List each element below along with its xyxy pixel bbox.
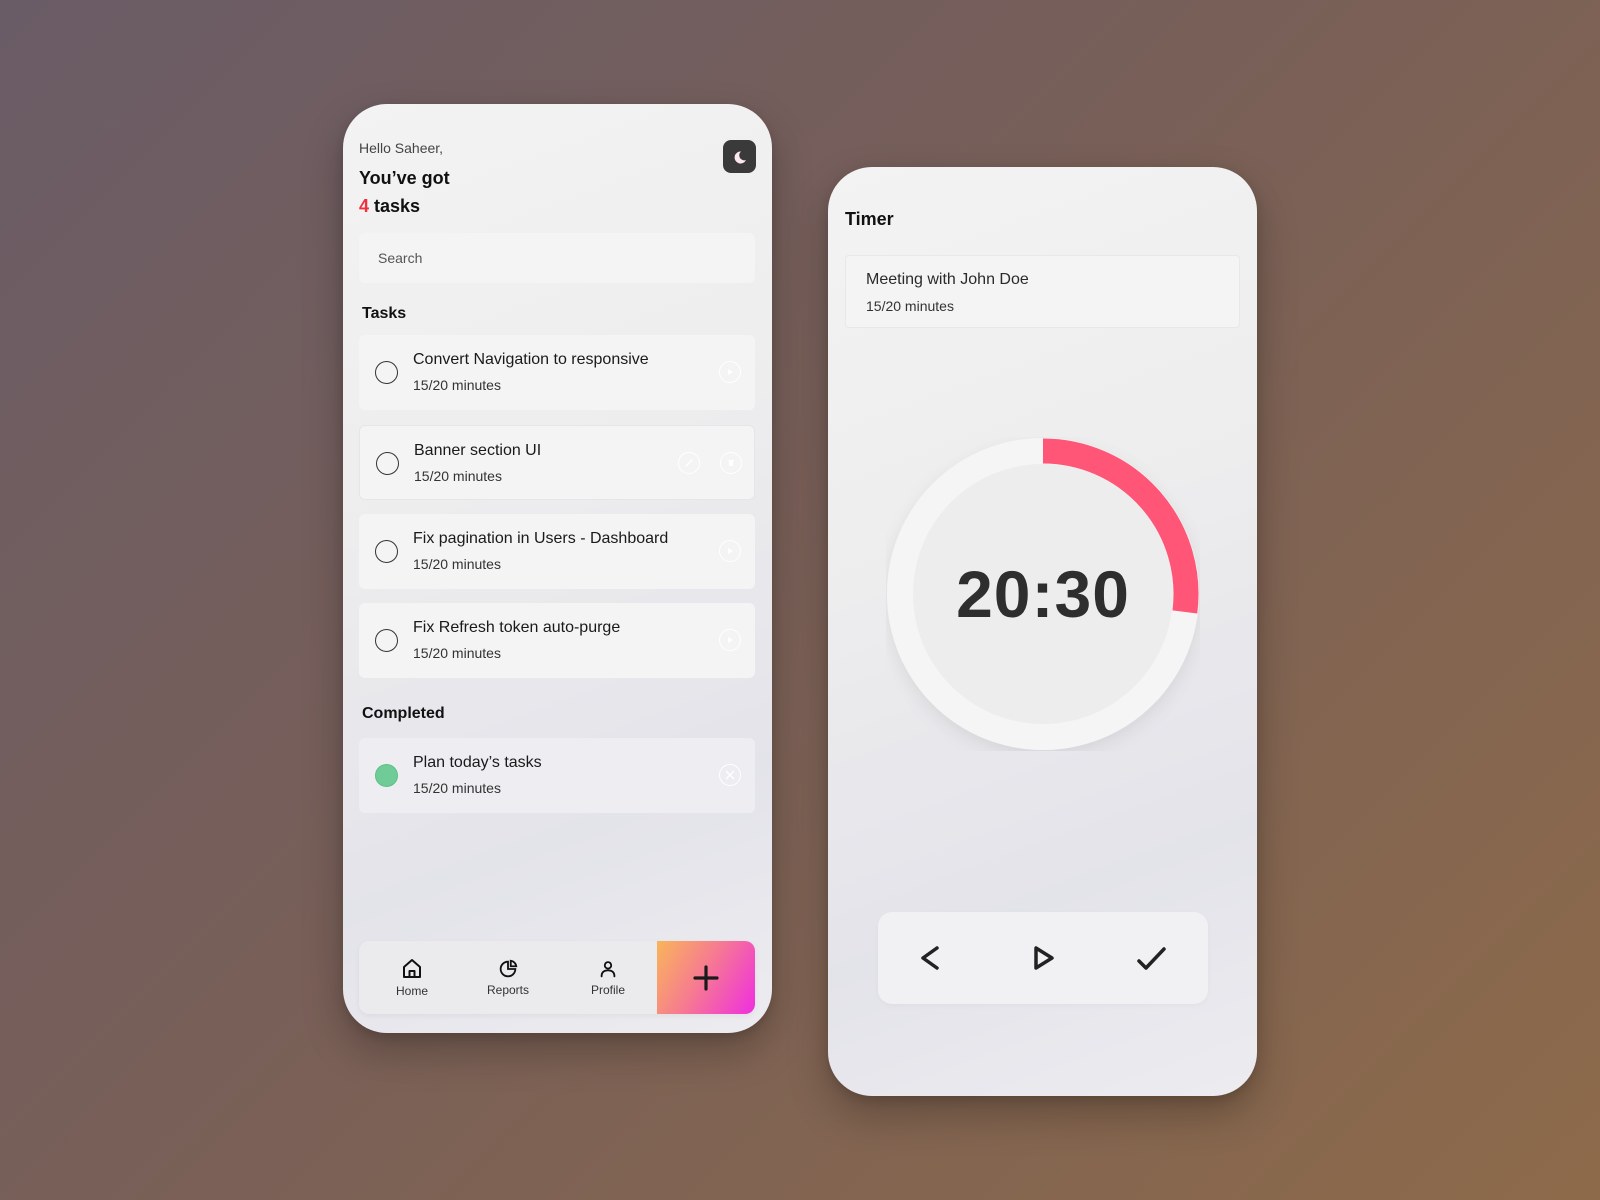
- theme-toggle-button[interactable]: [723, 140, 756, 173]
- close-icon: [725, 770, 735, 780]
- search-input[interactable]: [359, 233, 755, 283]
- task-item[interactable]: Convert Navigation to responsive 15/20 m…: [359, 335, 755, 410]
- timer-controls: [878, 912, 1208, 1004]
- nav-item-home[interactable]: Home: [367, 941, 457, 1014]
- moon-icon: [734, 150, 746, 163]
- headline-line1: You’ve got: [359, 168, 450, 188]
- play-task-button[interactable]: [719, 540, 741, 562]
- user-icon: [600, 961, 616, 978]
- delete-icon: [728, 460, 734, 466]
- play-icon: [728, 637, 733, 643]
- play-icon: [1034, 946, 1054, 970]
- home-icon: [403, 959, 421, 978]
- nav-item-reports[interactable]: Reports: [463, 941, 553, 1014]
- delete-task-button[interactable]: [720, 452, 742, 474]
- tasks-screen: Hello Saheer, You’ve got 4 tasks Tasks C…: [343, 104, 772, 1033]
- task-title: Plan today’s tasks: [413, 754, 542, 771]
- check-icon: [1137, 947, 1166, 970]
- task-progress: 15/20 minutes: [414, 468, 502, 484]
- back-button[interactable]: [905, 933, 955, 983]
- greeting-text: Hello Saheer,: [359, 140, 444, 156]
- play-icon: [728, 369, 733, 375]
- nav-item-profile[interactable]: Profile: [563, 941, 653, 1014]
- add-task-button[interactable]: [657, 941, 755, 1014]
- task-title: Banner section UI: [414, 442, 542, 459]
- nav-label-profile: Profile: [590, 983, 625, 997]
- chevron-left-icon: [921, 946, 939, 970]
- task-checkbox-checked[interactable]: [375, 764, 398, 787]
- task-progress: 15/20 minutes: [413, 556, 501, 572]
- timer-screen: Timer Meeting with John Doe 15/20 minute…: [828, 167, 1257, 1096]
- task-count-suffix: tasks: [369, 196, 421, 216]
- task-checkbox[interactable]: [375, 629, 398, 652]
- plus-icon: [693, 964, 719, 991]
- bottom-navigation: Home Reports Profile: [359, 941, 755, 1014]
- edit-task-button[interactable]: [678, 452, 700, 474]
- task-checkbox[interactable]: [375, 361, 398, 384]
- play-task-button[interactable]: [719, 629, 741, 651]
- current-task-card[interactable]: Meeting with John Doe 15/20 minutes: [845, 255, 1240, 328]
- task-title: Fix Refresh token auto-purge: [413, 619, 621, 636]
- task-item[interactable]: Banner section UI 15/20 minutes: [359, 425, 755, 500]
- current-task-progress: 15/20 minutes: [866, 298, 954, 314]
- task-title: Fix pagination in Users - Dashboard: [413, 530, 669, 547]
- tasks-section-title: Tasks: [362, 305, 407, 322]
- headline-line2: 4 tasks: [359, 192, 450, 220]
- timer-title: Timer: [845, 209, 894, 229]
- completed-task-item[interactable]: Plan today’s tasks 15/20 minutes: [359, 738, 755, 813]
- task-progress: 15/20 minutes: [413, 645, 501, 661]
- task-count: 4: [359, 196, 370, 216]
- play-task-button[interactable]: [719, 361, 741, 383]
- task-checkbox[interactable]: [376, 452, 399, 475]
- play-icon: [728, 548, 733, 554]
- nav-label-home: Home: [395, 984, 428, 998]
- task-summary-headline: You’ve got 4 tasks: [359, 164, 450, 220]
- play-button[interactable]: [1018, 933, 1068, 983]
- completed-section-title: Completed: [362, 705, 445, 722]
- edit-icon: [685, 459, 693, 467]
- timer-display: 20:30: [956, 557, 1130, 631]
- task-item[interactable]: Fix Refresh token auto-purge 15/20 minut…: [359, 603, 755, 678]
- nav-label-reports: Reports: [486, 983, 530, 997]
- remove-task-button[interactable]: [719, 764, 741, 786]
- pie-chart-icon: [499, 959, 518, 978]
- current-task-title: Meeting with John Doe: [866, 271, 1029, 288]
- task-progress: 15/20 minutes: [413, 780, 501, 796]
- task-title: Convert Navigation to responsive: [413, 351, 649, 368]
- complete-button[interactable]: [1126, 933, 1176, 983]
- task-progress: 15/20 minutes: [413, 377, 501, 393]
- task-item[interactable]: Fix pagination in Users - Dashboard 15/2…: [359, 514, 755, 589]
- task-checkbox[interactable]: [375, 540, 398, 563]
